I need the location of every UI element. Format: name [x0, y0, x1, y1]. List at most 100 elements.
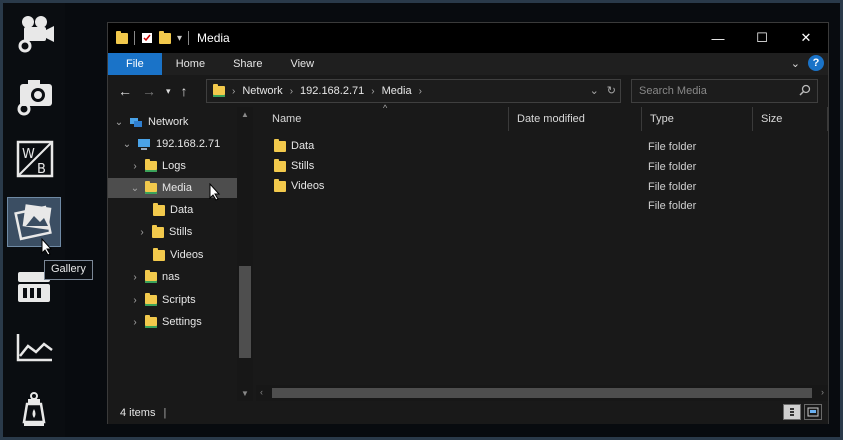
forward-arrow-icon[interactable]: →	[142, 83, 156, 99]
chevron-right-icon[interactable]: ›	[130, 317, 140, 328]
tree-item-host[interactable]: ⌄ 192.168.2.71	[122, 134, 220, 154]
list-item[interactable]: File folder	[256, 196, 756, 216]
file-list-hscrollbar[interactable]: ‹ ›	[256, 385, 828, 401]
minimize-button[interactable]: —	[696, 23, 740, 53]
white-balance-button[interactable]: W B	[7, 133, 61, 183]
tree-item-logs[interactable]: › Logs	[130, 156, 186, 176]
tab-file[interactable]: File	[108, 53, 162, 75]
file-explorer-window: ▾ Media — ☐ ✕ File Home Share View ⌄ ? ←…	[107, 22, 829, 424]
chevron-down-icon[interactable]: ⌄	[114, 117, 124, 128]
folder-icon	[116, 30, 128, 44]
back-arrow-icon[interactable]: ←	[118, 83, 132, 99]
wb-w-label: W	[22, 147, 35, 162]
tree-label: 192.168.2.71	[156, 138, 221, 150]
tree-item-network[interactable]: ⌄ Network	[114, 112, 189, 132]
tree-item-data[interactable]: Data	[153, 200, 193, 220]
nav-pane-scrollbar[interactable]: ▲ ▼	[237, 107, 253, 401]
recent-locations-icon[interactable]: ▾	[166, 86, 171, 97]
tree-item-media[interactable]: ⌄ Media	[108, 178, 237, 198]
status-separator: |	[163, 406, 167, 419]
file-type: File folder	[648, 200, 697, 212]
scroll-down-icon[interactable]: ▼	[237, 389, 253, 398]
chart-button[interactable]	[7, 323, 61, 373]
separator	[188, 31, 190, 45]
tab-view[interactable]: View	[276, 53, 328, 75]
column-headers: Name ^ Date modified Type Size	[256, 103, 828, 131]
chevron-right-icon[interactable]: ›	[137, 227, 147, 238]
refresh-icon[interactable]: ↻	[607, 84, 616, 97]
line-chart-icon	[16, 334, 53, 362]
scroll-left-icon[interactable]: ‹	[260, 387, 263, 397]
folder-icon	[152, 224, 164, 238]
folder-icon	[145, 180, 157, 194]
chevron-right-icon[interactable]: ›	[290, 86, 293, 97]
crumb-host[interactable]: 192.168.2.71	[300, 85, 364, 97]
list-item[interactable]: Data File folder	[256, 137, 756, 157]
chevron-right-icon[interactable]: ›	[232, 86, 235, 97]
details-view-icon	[790, 408, 794, 416]
tree-item-nas[interactable]: › nas	[130, 267, 180, 287]
column-label: Size	[761, 113, 783, 125]
details-view-button[interactable]	[783, 404, 801, 420]
help-icon[interactable]: ?	[808, 55, 824, 71]
list-item[interactable]: Videos File folder	[256, 177, 756, 197]
lantern-icon	[22, 392, 46, 426]
large-icons-view-button[interactable]	[804, 404, 822, 420]
gallery-button[interactable]	[7, 197, 61, 247]
chevron-down-icon[interactable]: ⌄	[130, 183, 140, 194]
navigation-pane: ⌄ Network ⌄ 192.168.2.71 › Logs ⌄ Media …	[108, 107, 254, 401]
tree-item-scripts[interactable]: › Scripts	[130, 290, 196, 310]
address-dropdown-icon[interactable]: ⌄	[590, 84, 599, 97]
lantern-button[interactable]	[7, 385, 61, 435]
tree-item-settings[interactable]: › Settings	[130, 312, 202, 332]
tab-share[interactable]: Share	[219, 53, 276, 75]
tree-label: nas	[162, 271, 180, 283]
scroll-up-icon[interactable]: ▲	[237, 110, 253, 119]
tree-label: Media	[162, 182, 192, 194]
status-bar: 4 items |	[108, 401, 828, 424]
close-button[interactable]: ✕	[784, 23, 828, 53]
video-settings-button[interactable]	[7, 7, 61, 57]
column-size[interactable]: Size	[753, 107, 828, 131]
scrollbar-thumb[interactable]	[272, 388, 812, 398]
column-type[interactable]: Type	[642, 107, 753, 131]
customize-qa-icon[interactable]: ▾	[177, 33, 182, 44]
chevron-right-icon[interactable]: ›	[130, 295, 140, 306]
column-date-modified[interactable]: Date modified	[509, 107, 642, 131]
up-arrow-icon[interactable]: ↑	[181, 83, 188, 99]
new-folder-icon[interactable]	[159, 30, 171, 44]
chevron-right-icon[interactable]: ›	[371, 86, 374, 97]
properties-icon[interactable]	[141, 32, 153, 44]
scroll-right-icon[interactable]: ›	[821, 387, 824, 397]
tree-item-stills[interactable]: › Stills	[137, 222, 192, 242]
tree-label: Stills	[169, 226, 193, 238]
chevron-right-icon[interactable]: ›	[130, 272, 140, 283]
search-input[interactable]: Search Media	[639, 85, 707, 97]
list-item[interactable]: Stills File folder	[256, 157, 756, 177]
file-type: File folder	[648, 141, 697, 153]
chevron-down-icon[interactable]: ⌄	[122, 139, 132, 150]
file-list: Name ^ Date modified Type Size Data File…	[256, 103, 828, 401]
large-icons-view-icon	[807, 407, 819, 417]
tree-item-videos[interactable]: Videos	[153, 245, 203, 265]
search-box[interactable]: Search Media	[631, 79, 818, 103]
video-camera-gear-icon	[18, 16, 54, 53]
camera-settings-button[interactable]	[7, 69, 61, 119]
white-balance-icon: W B	[16, 140, 54, 178]
network-icon	[130, 118, 142, 127]
tab-home[interactable]: Home	[162, 53, 219, 75]
crumb-media[interactable]: Media	[382, 85, 412, 97]
chevron-right-icon[interactable]: ›	[419, 86, 422, 97]
maximize-button[interactable]: ☐	[740, 23, 784, 53]
column-label: Date modified	[517, 113, 585, 125]
address-bar[interactable]: › Network › 192.168.2.71 › Media › ⌄ ↻	[206, 79, 621, 103]
chevron-right-icon[interactable]: ›	[130, 161, 140, 172]
scrollbar-thumb[interactable]	[239, 266, 251, 358]
search-icon[interactable]	[799, 84, 811, 96]
ribbon-tabs: File Home Share View ⌄ ?	[108, 53, 828, 75]
folder-icon	[145, 292, 157, 306]
folder-icon	[274, 138, 286, 152]
gallery-icon	[14, 204, 52, 241]
crumb-network[interactable]: Network	[242, 85, 282, 97]
expand-ribbon-icon[interactable]: ⌄	[791, 57, 800, 70]
